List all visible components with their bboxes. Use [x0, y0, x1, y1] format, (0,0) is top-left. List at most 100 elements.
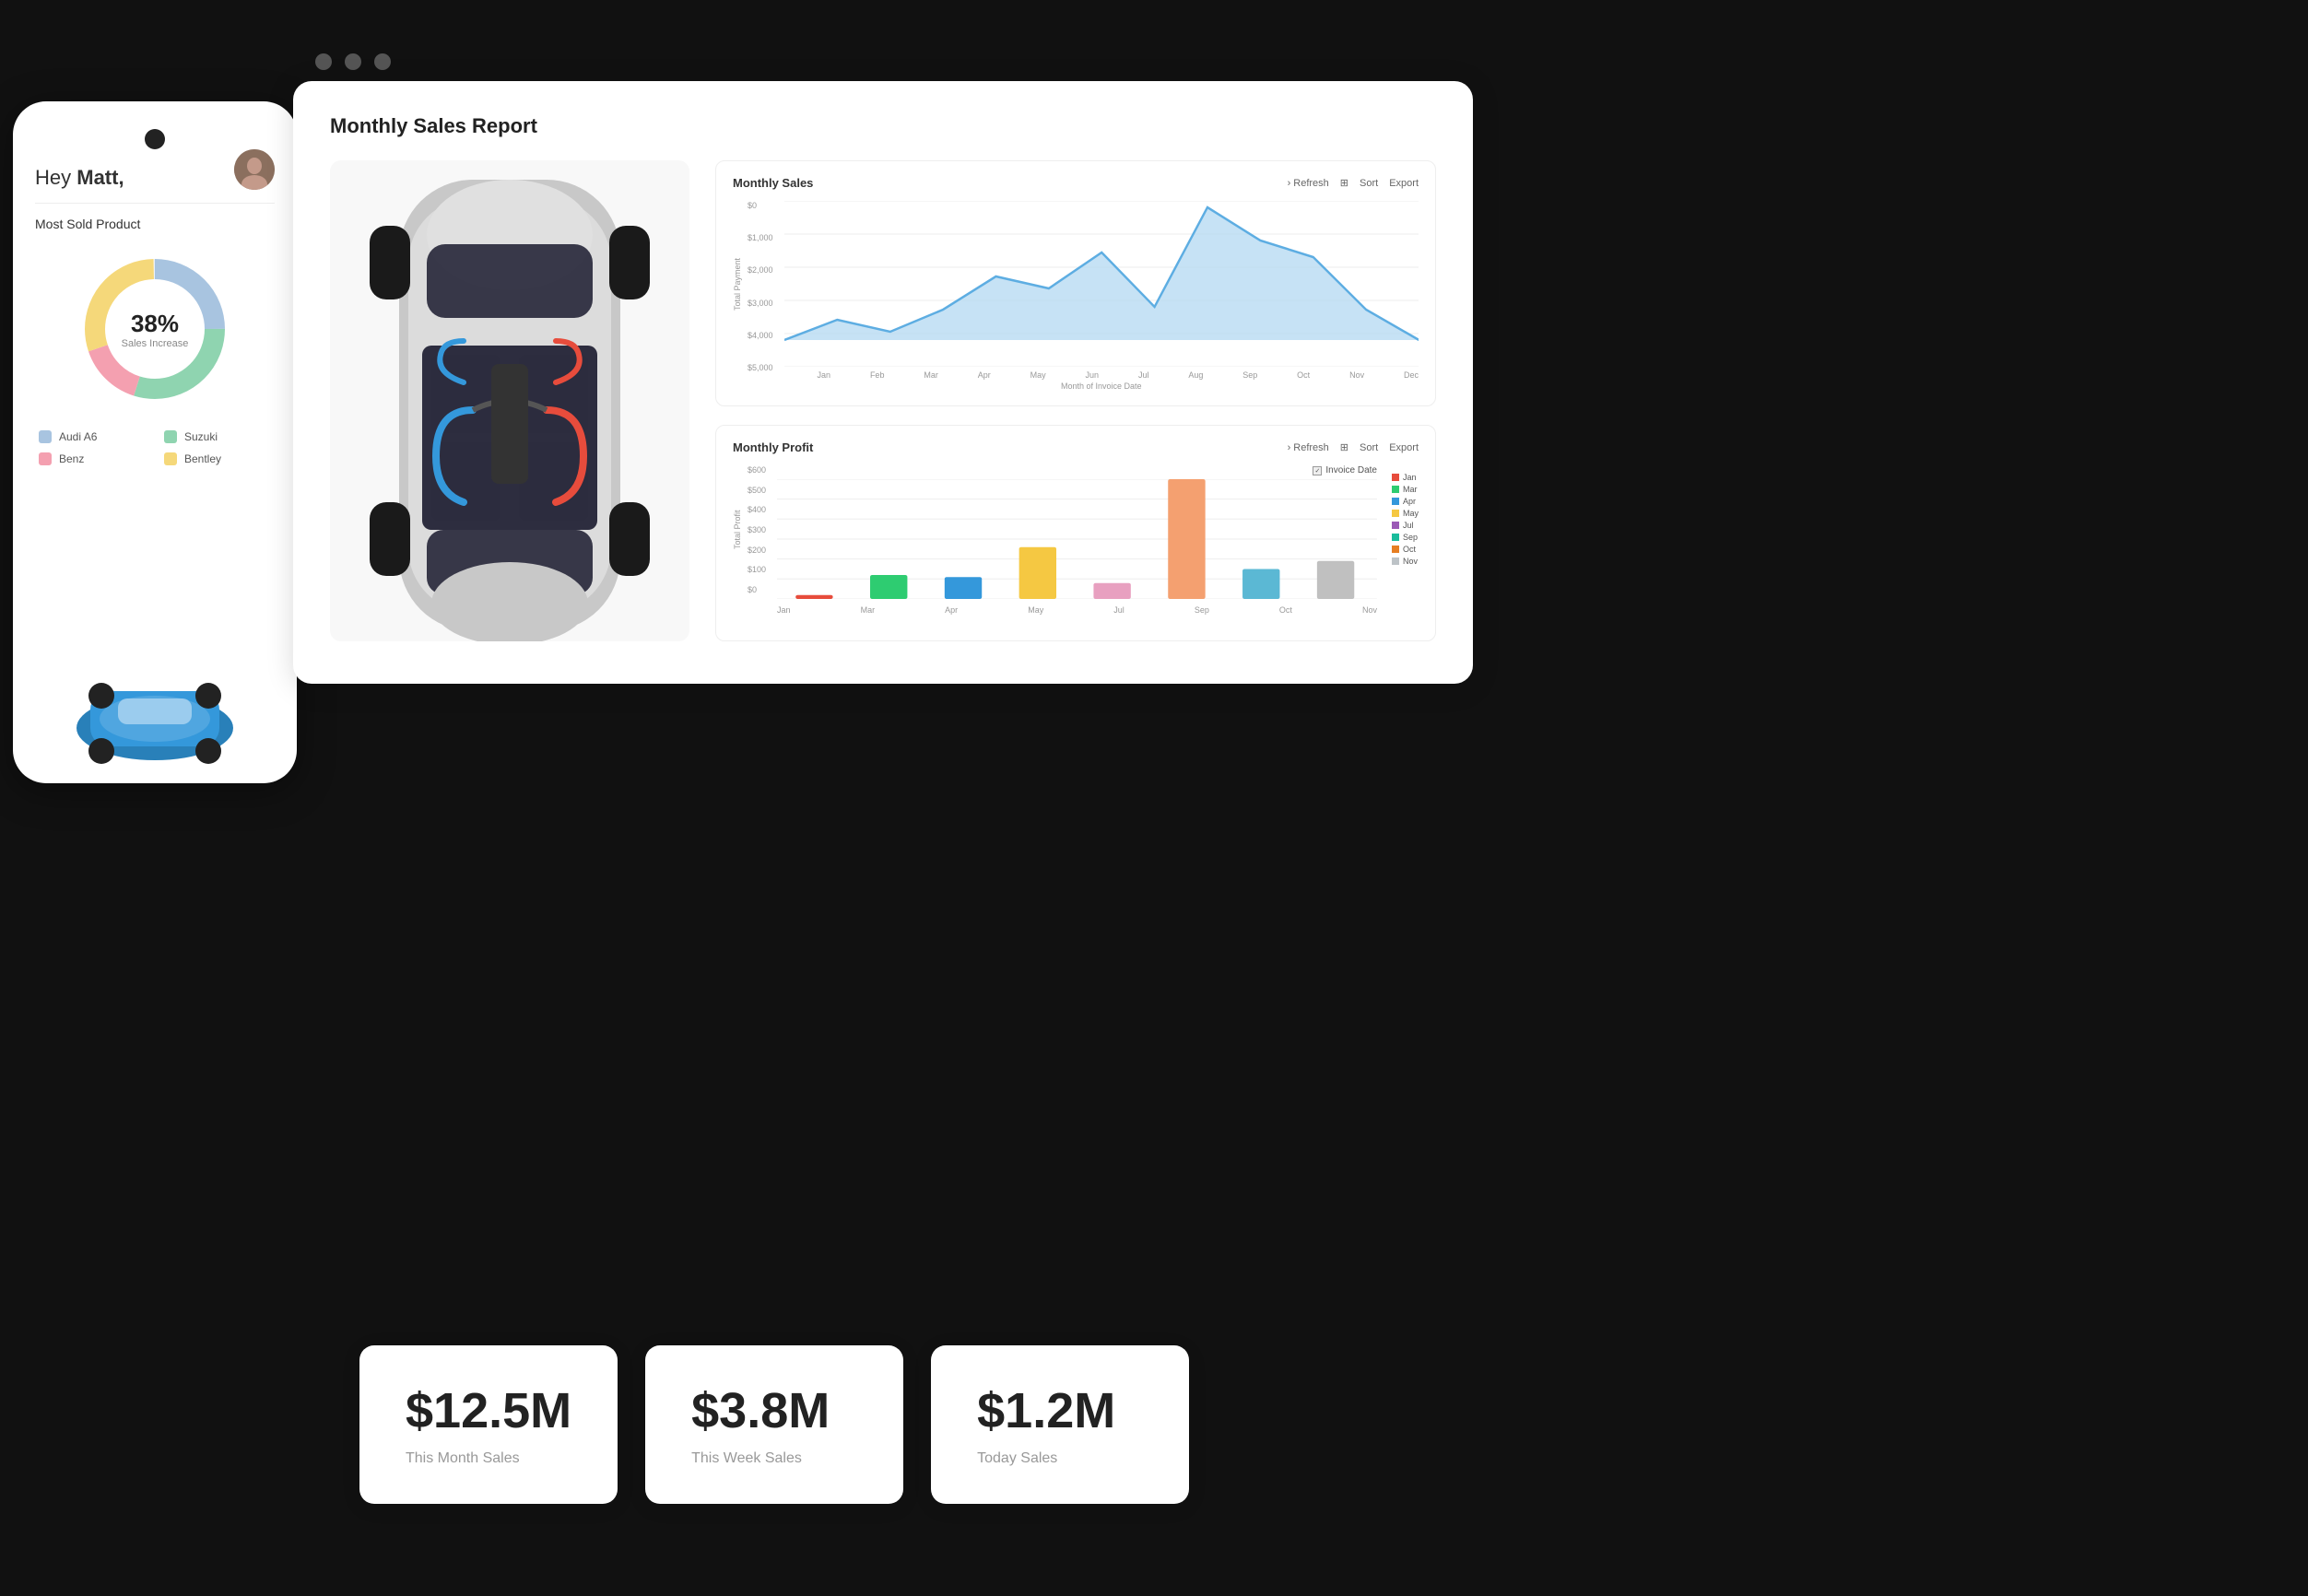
- legend-suzuki: Suzuki: [164, 430, 271, 443]
- legend-label-bentley: Bentley: [184, 452, 221, 465]
- x-axis-title-sales: Month of Invoice Date: [784, 381, 1419, 391]
- legend-color-audi: [39, 430, 52, 443]
- legend-color-jul: [1392, 522, 1399, 529]
- stat-card-month: $12.5M This Month Sales: [359, 1345, 618, 1504]
- legend-color-nov: [1392, 557, 1399, 565]
- phone-panel: Hey Matt, Most Sold Product 38% Sales In…: [13, 101, 297, 783]
- car-top-view-svg: [344, 160, 676, 641]
- legend-color-benz: [39, 452, 52, 465]
- user-name: Matt,: [77, 166, 124, 189]
- bar-legend-item: Mar: [1392, 485, 1419, 494]
- stat-label-today: Today Sales: [977, 1450, 1143, 1467]
- sort-label-profit: Sort: [1360, 442, 1378, 453]
- chart-header-sales: Monthly Sales › Refresh ⊞ Sort: [733, 176, 1419, 190]
- most-sold-title: Most Sold Product: [35, 217, 275, 231]
- y-axis-labels: $5,000 $4,000 $3,000 $2,000 $1,000 $0: [748, 201, 773, 391]
- dashboard-panel: Monthly Sales Report: [293, 81, 1473, 684]
- bar-legend-item: May: [1392, 509, 1419, 518]
- legend-label-audi: Audi A6: [59, 430, 97, 443]
- grid-icon: ⊞: [1340, 177, 1348, 189]
- sort-btn-sales[interactable]: Sort: [1360, 178, 1378, 189]
- chart-actions-profit: › Refresh ⊞ Sort Export: [1288, 441, 1419, 453]
- legend-color-sep: [1392, 534, 1399, 541]
- dot-2: [345, 53, 361, 70]
- window-dots: [315, 53, 391, 70]
- y-axis-title-profit: Total Profit: [733, 465, 742, 594]
- avatar: [234, 149, 275, 190]
- stat-value-week: $3.8M: [691, 1382, 857, 1439]
- invoice-date-checkbox[interactable]: ✓ Invoice Date: [1313, 465, 1377, 475]
- legend-color-mar: [1392, 486, 1399, 493]
- bar-chart-container: Total Profit $0 $100 $200 $300 $400 $500…: [733, 465, 1419, 615]
- dot-3: [374, 53, 391, 70]
- car-icon: [44, 663, 265, 765]
- refresh-label-profit: Refresh: [1293, 442, 1329, 453]
- bar-chart-area: ✓ Invoice Date: [777, 465, 1377, 615]
- y-axis-labels-profit: $0 $100 $200 $300 $400 $500 $600: [748, 465, 766, 594]
- dashboard-title: Monthly Sales Report: [330, 114, 1436, 138]
- bar-chart-svg: [777, 479, 1377, 599]
- charts-panel: Monthly Sales › Refresh ⊞ Sort: [715, 160, 1436, 641]
- sort-btn-profit[interactable]: Sort: [1360, 442, 1378, 453]
- legend-color-oct: [1392, 546, 1399, 553]
- refresh-label: Refresh: [1293, 178, 1329, 189]
- phone-notch: [145, 129, 165, 149]
- chart-actions-sales: › Refresh ⊞ Sort Export: [1288, 177, 1419, 189]
- y-axis-title: Total Payment: [733, 201, 742, 367]
- chart-legend: Audi A6 Suzuki Benz Bentley: [35, 430, 275, 465]
- export-btn-profit[interactable]: Export: [1389, 442, 1419, 453]
- legend-benz: Benz: [39, 452, 146, 465]
- bar-legend-item: Nov: [1392, 557, 1419, 566]
- monthly-profit-chart: Monthly Profit › Refresh ⊞ Sort: [715, 425, 1436, 641]
- bar-legend-item: Jan: [1392, 473, 1419, 482]
- legend-color-apr: [1392, 498, 1399, 505]
- bar-legend-item: Oct: [1392, 545, 1419, 554]
- chart-title-sales: Monthly Sales: [733, 176, 813, 190]
- refresh-btn-sales[interactable]: › Refresh: [1288, 178, 1329, 189]
- bar-legend-item: Apr: [1392, 497, 1419, 506]
- checkbox-box: ✓: [1313, 466, 1322, 475]
- stat-label-month: This Month Sales: [406, 1450, 571, 1467]
- export-btn-sales[interactable]: Export: [1389, 178, 1419, 189]
- area-chart-svg: [784, 201, 1419, 367]
- phone-car-image: [22, 663, 288, 765]
- stats-row: $12.5M This Month Sales $3.8M This Week …: [359, 1345, 1189, 1504]
- checkbox-row: ✓ Invoice Date: [777, 465, 1377, 475]
- monthly-sales-chart: Monthly Sales › Refresh ⊞ Sort: [715, 160, 1436, 406]
- bar-chart-legend: Jan Mar Apr May: [1392, 465, 1419, 615]
- stat-label-week: This Week Sales: [691, 1450, 857, 1467]
- chart-title-profit: Monthly Profit: [733, 440, 813, 454]
- area-chart-container: Total Payment $5,000 $4,000 $3,000 $2,00…: [733, 201, 1419, 391]
- car-top-panel: [330, 160, 689, 641]
- donut-chart: 38% Sales Increase: [72, 246, 238, 412]
- grid-btn-sales[interactable]: ⊞: [1340, 177, 1348, 189]
- sort-label: Sort: [1360, 178, 1378, 189]
- stat-value-month: $12.5M: [406, 1382, 571, 1439]
- chart-header-profit: Monthly Profit › Refresh ⊞ Sort: [733, 440, 1419, 454]
- legend-audi: Audi A6: [39, 430, 146, 443]
- bar-legend-item: Sep: [1392, 533, 1419, 542]
- divider: [35, 203, 275, 204]
- legend-color-may: [1392, 510, 1399, 517]
- legend-label-benz: Benz: [59, 452, 84, 465]
- chevron-right-icon: ›: [1288, 178, 1291, 189]
- checkbox-label-text: Invoice Date: [1325, 465, 1377, 475]
- area-chart-area: [784, 201, 1419, 367]
- dashboard-content: Monthly Sales › Refresh ⊞ Sort: [330, 160, 1436, 641]
- legend-color-suzuki: [164, 430, 177, 443]
- chevron-right-icon-profit: ›: [1288, 442, 1291, 453]
- stat-card-week: $3.8M This Week Sales: [645, 1345, 903, 1504]
- stat-card-today: $1.2M Today Sales: [931, 1345, 1189, 1504]
- export-label: Export: [1389, 178, 1419, 189]
- donut-center: 38% Sales Increase: [122, 310, 189, 349]
- legend-bentley: Bentley: [164, 452, 271, 465]
- legend-label-suzuki: Suzuki: [184, 430, 218, 443]
- bar-legend-item: Jul: [1392, 521, 1419, 530]
- grid-icon-profit: ⊞: [1340, 441, 1348, 453]
- refresh-btn-profit[interactable]: › Refresh: [1288, 442, 1329, 453]
- x-axis-labels-profit: Jan Mar Apr May Jul Sep Oct Nov: [777, 604, 1377, 615]
- legend-color-jan: [1392, 474, 1399, 481]
- grid-btn-profit[interactable]: ⊞: [1340, 441, 1348, 453]
- donut-percent: 38%: [122, 310, 189, 338]
- donut-label: Sales Increase: [122, 338, 189, 349]
